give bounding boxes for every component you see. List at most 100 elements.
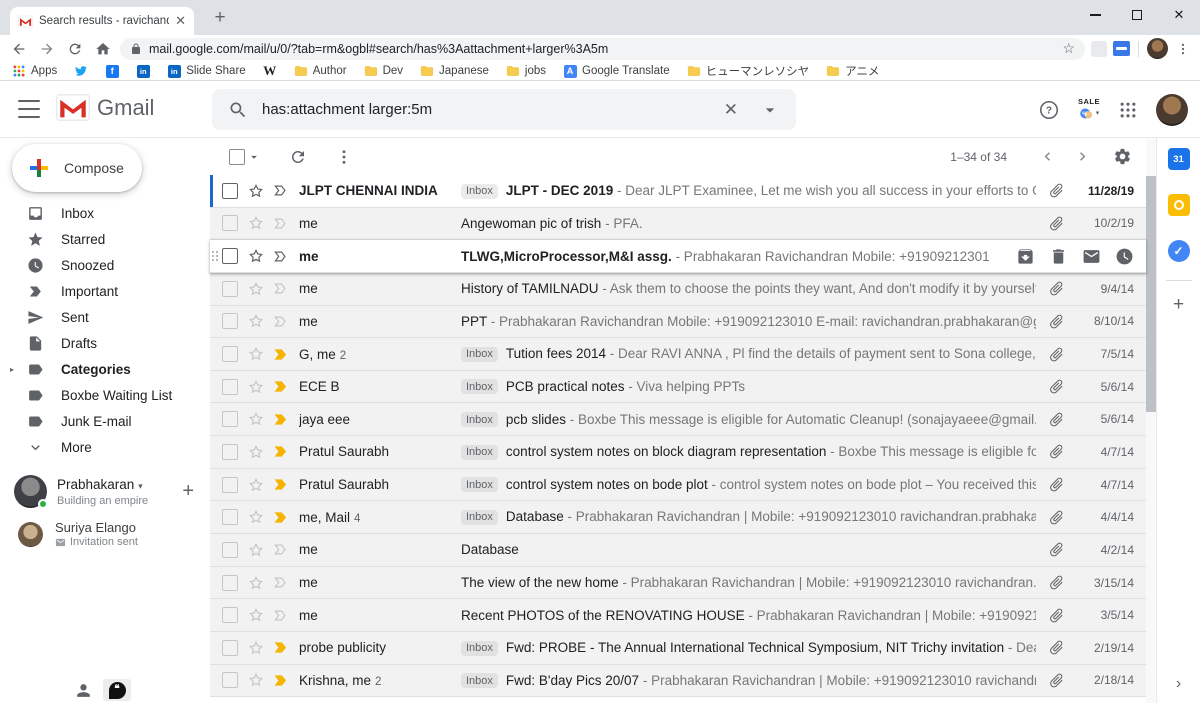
email-row[interactable]: meDatabase4/2/14 xyxy=(210,534,1146,567)
lock-icon[interactable] xyxy=(130,43,142,55)
email-checkbox[interactable] xyxy=(222,575,238,591)
get-addons-icon[interactable]: + xyxy=(1173,295,1184,314)
email-checkbox[interactable] xyxy=(222,672,238,688)
importance-marker-icon[interactable] xyxy=(271,508,290,527)
hangouts-profile[interactable]: Prabhakaran ▾ Building an empire + xyxy=(14,475,198,508)
sidebar-item-junk-e-mail[interactable]: Junk E-mail xyxy=(0,408,210,434)
email-row[interactable]: meRecent PHOTOS of the RENOVATING HOUSE … xyxy=(210,599,1146,632)
bookmark-item[interactable]: Apps xyxy=(12,64,57,78)
importance-marker-icon[interactable] xyxy=(271,671,290,690)
star-icon[interactable] xyxy=(247,574,265,592)
bookmark-item[interactable]: Japanese xyxy=(420,64,489,78)
email-checkbox[interactable] xyxy=(222,313,238,329)
star-icon[interactable] xyxy=(247,312,265,330)
sidebar-item-important[interactable]: Important xyxy=(0,278,210,304)
email-checkbox[interactable] xyxy=(222,444,238,460)
star-icon[interactable] xyxy=(247,508,265,526)
browser-profile-avatar[interactable] xyxy=(1147,38,1168,59)
importance-marker-icon[interactable] xyxy=(271,442,290,461)
google-apps-grid-icon[interactable] xyxy=(1118,100,1138,120)
window-maximize-button[interactable] xyxy=(1116,0,1158,30)
email-checkbox[interactable] xyxy=(222,640,238,656)
email-row[interactable]: meHistory of TAMILNADU - Ask them to cho… xyxy=(210,273,1146,306)
star-icon[interactable] xyxy=(247,639,265,657)
hangouts-contact[interactable]: Suriya Elango Invitation sent xyxy=(18,520,198,548)
expand-arrow-icon[interactable]: ▸ xyxy=(10,365,14,374)
inbox-label-badge[interactable]: Inbox xyxy=(461,379,498,394)
importance-marker-icon[interactable] xyxy=(271,247,290,266)
sidebar-item-more[interactable]: More xyxy=(0,434,210,460)
sidebar-item-boxbe-waiting-list[interactable]: Boxbe Waiting List xyxy=(0,382,210,408)
select-caret-icon[interactable] xyxy=(247,150,261,164)
email-checkbox[interactable] xyxy=(222,346,238,362)
star-icon[interactable] xyxy=(247,182,265,200)
bookmark-item[interactable]: AGoogle Translate xyxy=(563,64,670,78)
search-input[interactable] xyxy=(262,101,702,118)
tasks-icon[interactable]: ✓ xyxy=(1168,240,1190,262)
email-row[interactable]: meAngewoman pic of trish - PFA.10/2/19 xyxy=(210,208,1146,241)
delete-icon[interactable] xyxy=(1049,247,1068,266)
bookmark-item[interactable]: f xyxy=(105,64,119,78)
tab-close-icon[interactable]: ✕ xyxy=(175,13,186,29)
more-options-icon[interactable] xyxy=(335,148,353,166)
profile-avatar[interactable] xyxy=(14,475,47,508)
importance-marker-icon[interactable] xyxy=(271,573,290,592)
page-url[interactable]: mail.google.com/mail/u/0/?tab=rm&ogbl#se… xyxy=(149,42,1055,56)
bookmark-item[interactable]: ヒューマンレソシヤ xyxy=(687,63,810,79)
importance-marker-icon[interactable] xyxy=(271,540,290,559)
new-conversation-icon[interactable]: + xyxy=(178,480,198,503)
keep-icon[interactable] xyxy=(1168,194,1190,216)
star-icon[interactable] xyxy=(247,214,265,232)
inbox-label-badge[interactable]: Inbox xyxy=(461,412,498,427)
importance-marker-icon[interactable] xyxy=(271,181,290,200)
inbox-label-badge[interactable]: Inbox xyxy=(461,184,498,199)
star-icon[interactable] xyxy=(247,476,265,494)
bookmark-item[interactable]: Author xyxy=(294,64,347,78)
email-checkbox[interactable] xyxy=(222,542,238,558)
window-close-button[interactable]: ✕ xyxy=(1158,0,1200,30)
bookmark-item[interactable] xyxy=(74,64,88,78)
older-page-icon[interactable] xyxy=(1074,148,1091,165)
account-avatar[interactable] xyxy=(1156,94,1188,126)
seasonal-promo-button[interactable]: SALE % ▾ xyxy=(1078,98,1100,121)
sidebar-item-snoozed[interactable]: Snoozed xyxy=(0,252,210,278)
email-checkbox[interactable] xyxy=(222,379,238,395)
sidebar-item-sent[interactable]: Sent xyxy=(0,304,210,330)
importance-marker-icon[interactable] xyxy=(271,279,290,298)
email-row[interactable]: ECE BInboxPCB practical notes - Viva hel… xyxy=(210,371,1146,404)
bookmark-item[interactable]: jobs xyxy=(506,64,546,78)
inbox-label-badge[interactable]: Inbox xyxy=(461,510,498,525)
email-checkbox[interactable] xyxy=(222,477,238,493)
importance-marker-icon[interactable] xyxy=(271,475,290,494)
email-row[interactable]: Krishna, me2InboxFwd: B'day Pics 20/07 -… xyxy=(210,665,1146,698)
browser-tab[interactable]: Search results - ravichandran.pra ✕ xyxy=(10,7,194,35)
help-icon[interactable]: ? xyxy=(1038,99,1060,121)
compose-button[interactable]: Compose xyxy=(12,144,142,192)
forward-button-icon[interactable] xyxy=(36,38,58,60)
importance-marker-icon[interactable] xyxy=(271,312,290,331)
importance-marker-icon[interactable] xyxy=(271,606,290,625)
email-row[interactable]: me, Mail4InboxDatabase - Prabhakaran Rav… xyxy=(210,501,1146,534)
collapse-panel-chevron-icon[interactable]: › xyxy=(1157,675,1200,693)
email-checkbox[interactable] xyxy=(222,248,238,264)
star-icon[interactable] xyxy=(247,541,265,559)
bookmark-item[interactable]: Dev xyxy=(364,64,403,78)
email-checkbox[interactable] xyxy=(222,411,238,427)
drag-handle-icon[interactable] xyxy=(212,251,218,261)
email-checkbox[interactable] xyxy=(222,183,238,199)
email-row[interactable]: JLPT CHENNAI INDIAInboxJLPT - DEC 2019 -… xyxy=(210,175,1146,208)
home-button-icon[interactable] xyxy=(92,38,114,60)
email-checkbox[interactable] xyxy=(222,281,238,297)
settings-gear-icon[interactable] xyxy=(1113,147,1132,166)
main-menu-icon[interactable] xyxy=(16,97,42,121)
profile-caret-icon[interactable]: ▾ xyxy=(138,481,143,491)
importance-marker-icon[interactable] xyxy=(271,214,290,233)
email-row[interactable]: probe publicityInboxFwd: PROBE - The Ann… xyxy=(210,632,1146,665)
importance-marker-icon[interactable] xyxy=(271,638,290,657)
address-bar[interactable]: mail.google.com/mail/u/0/?tab=rm&ogbl#se… xyxy=(120,38,1085,60)
bookmark-item[interactable]: W xyxy=(263,64,277,78)
snooze-icon[interactable] xyxy=(1115,247,1134,266)
newer-page-icon[interactable] xyxy=(1039,148,1056,165)
email-checkbox[interactable] xyxy=(222,509,238,525)
star-icon[interactable] xyxy=(247,345,265,363)
